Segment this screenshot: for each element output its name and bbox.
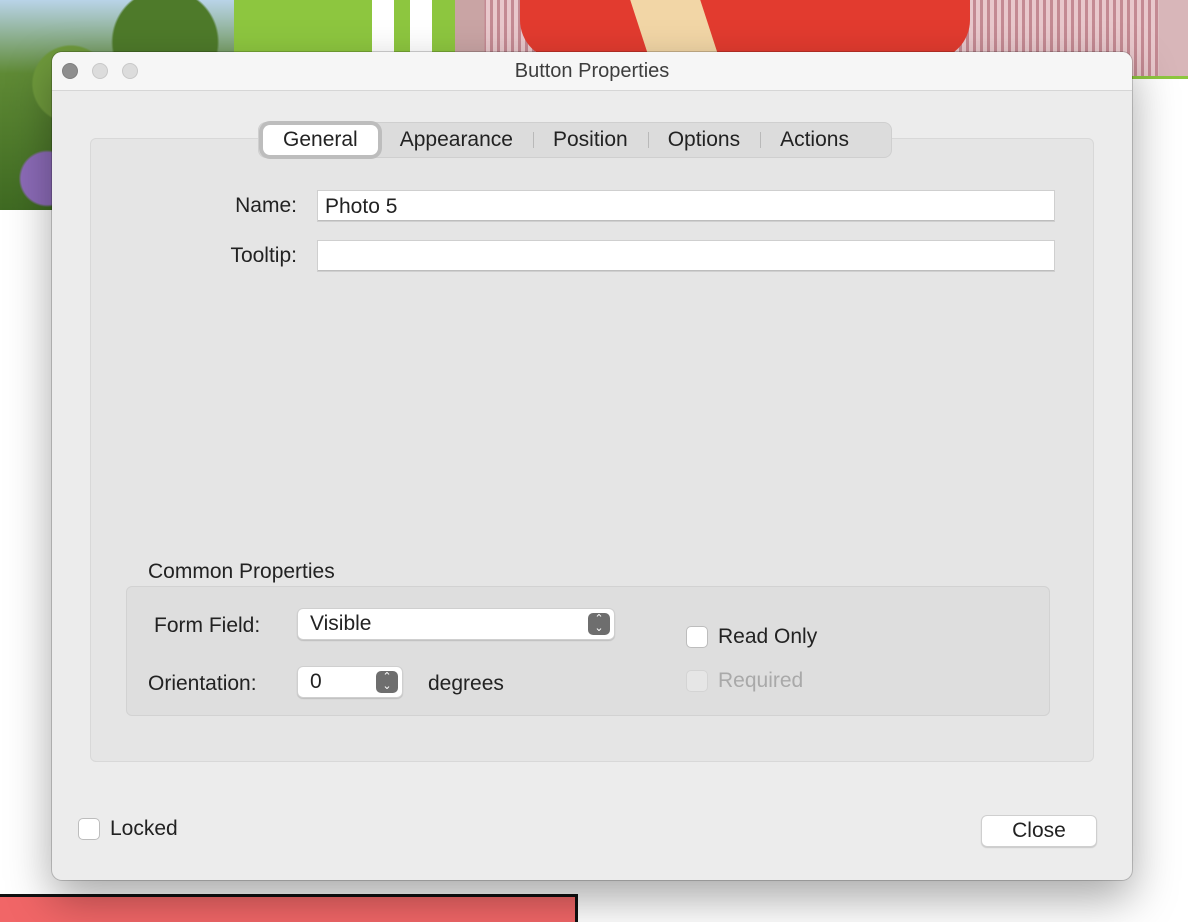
tab-position[interactable]: Position (532, 123, 648, 157)
tab-bar: General Appearance Position Options Acti… (258, 122, 892, 158)
degrees-label: degrees (428, 672, 504, 695)
tooltip-field[interactable] (317, 240, 1055, 272)
background-green-block (234, 0, 456, 60)
title-bar[interactable]: Button Properties (52, 52, 1132, 91)
stepper-arrows-icon[interactable]: ⌃ ⌄ (376, 671, 398, 693)
button-properties-dialog: Button Properties General Appearance Pos… (52, 52, 1132, 880)
name-field[interactable]: Photo 5 (317, 190, 1055, 222)
window-title: Button Properties (514, 60, 670, 82)
orientation-value: 0 (310, 670, 322, 693)
required-checkbox (686, 670, 708, 692)
close-button[interactable]: Close (981, 815, 1097, 847)
required-label: Required (718, 669, 804, 692)
tooltip-label: Tooltip: (230, 244, 297, 267)
form-field-popup[interactable]: Visible ⌃ ⌄ (297, 608, 615, 640)
name-label: Name: (235, 194, 297, 217)
background-red-shirt (520, 0, 970, 60)
read-only-label[interactable]: Read Only (718, 625, 817, 649)
form-field-label: Form Field: (154, 614, 261, 637)
tab-general[interactable]: General (263, 125, 378, 155)
background-stripe (410, 0, 432, 60)
tab-appearance[interactable]: Appearance (380, 123, 533, 157)
read-only-checkbox[interactable] (686, 626, 708, 648)
popup-chevrons-icon: ⌃ ⌄ (588, 613, 610, 635)
tab-actions[interactable]: Actions (760, 123, 869, 157)
orientation-stepper[interactable]: 0 ⌃ ⌄ (297, 666, 403, 698)
common-properties-group (126, 586, 1050, 716)
background-stripe (372, 0, 394, 60)
common-properties-title: Common Properties (148, 560, 335, 583)
form-field-value: Visible (310, 612, 372, 635)
locked-checkbox[interactable] (78, 818, 100, 840)
orientation-label: Orientation: (148, 672, 257, 695)
tab-options[interactable]: Options (647, 123, 760, 157)
locked-label[interactable]: Locked (110, 817, 178, 841)
background-pink-bar[interactable] (0, 894, 578, 922)
background-green-line (1132, 76, 1188, 79)
